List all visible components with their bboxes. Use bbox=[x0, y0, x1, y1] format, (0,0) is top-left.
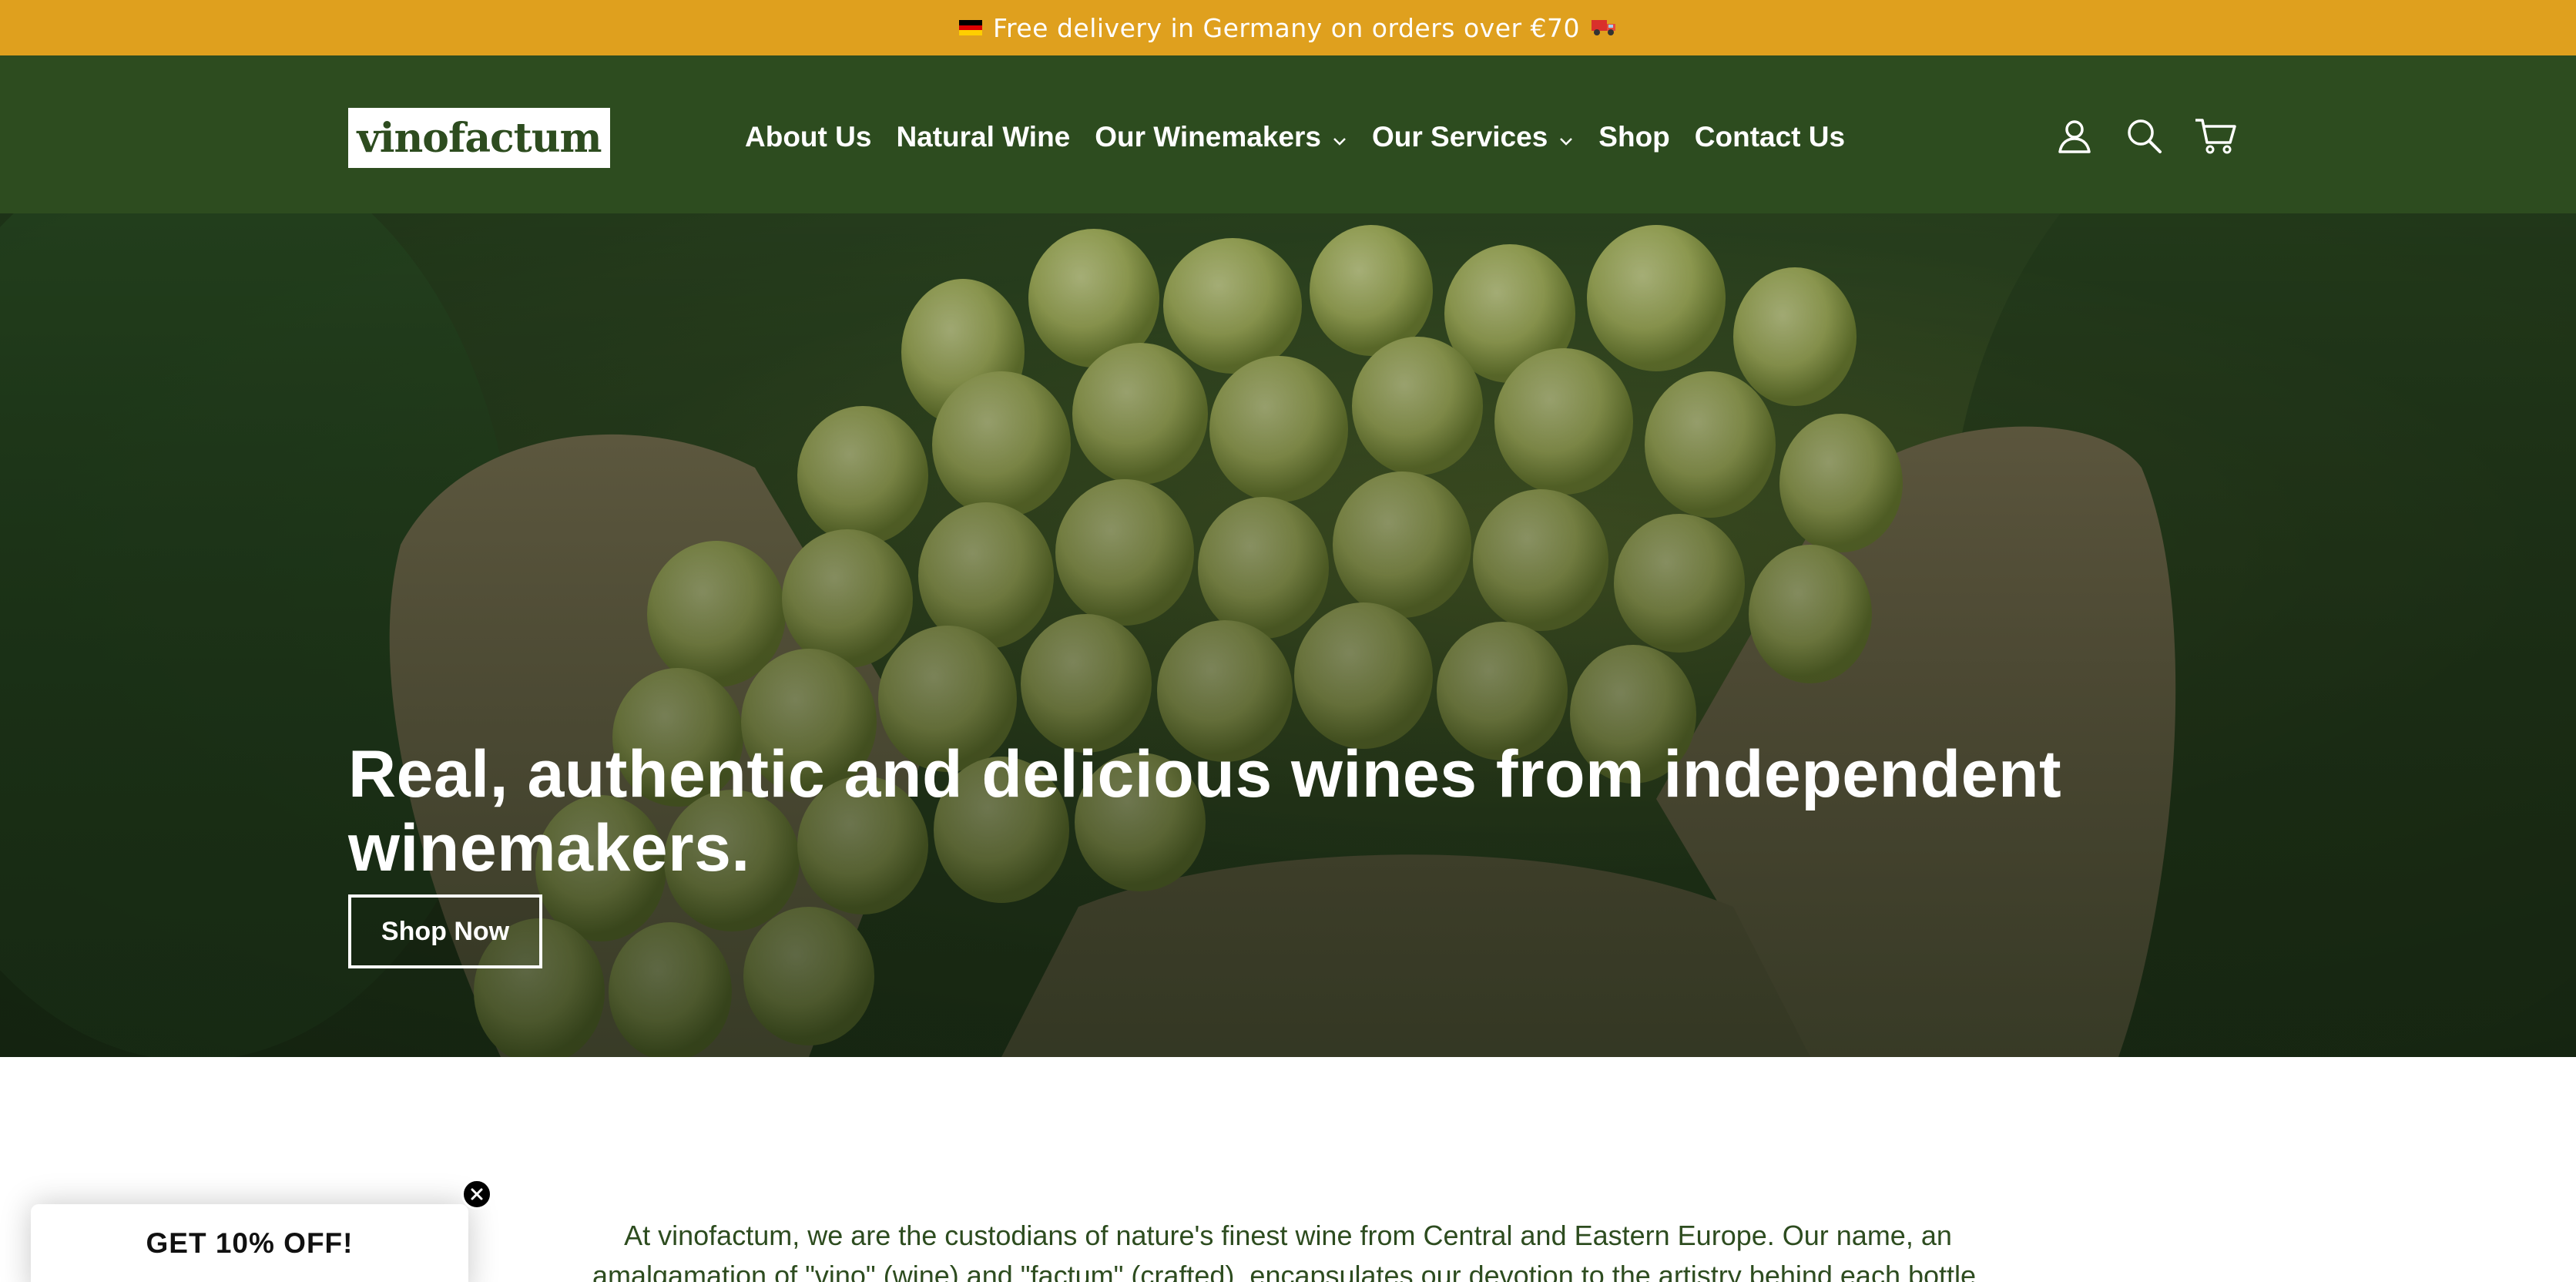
close-icon[interactable] bbox=[461, 1179, 492, 1210]
chevron-down-icon bbox=[1332, 121, 1347, 153]
nav-item-natural-wine[interactable]: Natural Wine bbox=[896, 121, 1070, 153]
nav-label: About Us bbox=[745, 121, 872, 153]
nav-item-about-us[interactable]: About Us bbox=[745, 121, 871, 153]
nav-item-our-services[interactable]: Our Services bbox=[1372, 121, 1574, 153]
nav-label: Our Winemakers bbox=[1095, 121, 1321, 153]
hero-title: Real, authentic and delicious wines from… bbox=[348, 737, 2062, 885]
nav-label: Our Services bbox=[1371, 121, 1548, 153]
chevron-down-icon bbox=[1558, 121, 1574, 153]
discount-popup[interactable]: GET 10% OFF! bbox=[31, 1204, 468, 1282]
nav-item-contact-us[interactable]: Contact Us bbox=[1695, 121, 1845, 153]
search-icon[interactable] bbox=[2125, 116, 2163, 158]
announcement-bar: Free delivery in Germany on orders over … bbox=[0, 0, 2576, 55]
nav-item-our-winemakers[interactable]: Our Winemakers bbox=[1095, 121, 1347, 153]
intro-text: At vinofactum, we are the custodians of … bbox=[539, 1216, 2037, 1282]
delivery-truck-icon bbox=[1591, 13, 1617, 43]
hero-banner: Real, authentic and delicious wines from… bbox=[0, 213, 2576, 1057]
header-icons bbox=[2055, 114, 2237, 160]
nav-label: Natural Wine bbox=[896, 121, 1071, 153]
main-nav: About Us Natural Wine Our Winemakers Our… bbox=[745, 114, 1870, 160]
announcement-text: Free delivery in Germany on orders over … bbox=[992, 12, 1581, 43]
site-header: vinofactum About Us Natural Wine Our Win… bbox=[0, 55, 2576, 213]
intro-line-2: amalgamation of "vino" (wine) and "factu… bbox=[592, 1260, 1984, 1282]
logo-text: vinofactum bbox=[357, 114, 602, 162]
germany-flag-icon bbox=[958, 20, 982, 35]
cart-icon[interactable] bbox=[2194, 116, 2237, 158]
nav-item-shop[interactable]: Shop bbox=[1598, 121, 1669, 153]
popup-title: GET 10% OFF! bbox=[146, 1227, 354, 1259]
nav-label: Shop bbox=[1598, 121, 1670, 153]
account-icon[interactable] bbox=[2055, 116, 2094, 158]
shop-now-label: Shop Now bbox=[381, 916, 510, 946]
nav-label: Contact Us bbox=[1694, 121, 1846, 153]
intro-line-1: At vinofactum, we are the custodians of … bbox=[624, 1220, 1952, 1251]
site-logo[interactable]: vinofactum bbox=[348, 108, 610, 168]
shop-now-button[interactable]: Shop Now bbox=[348, 894, 542, 968]
